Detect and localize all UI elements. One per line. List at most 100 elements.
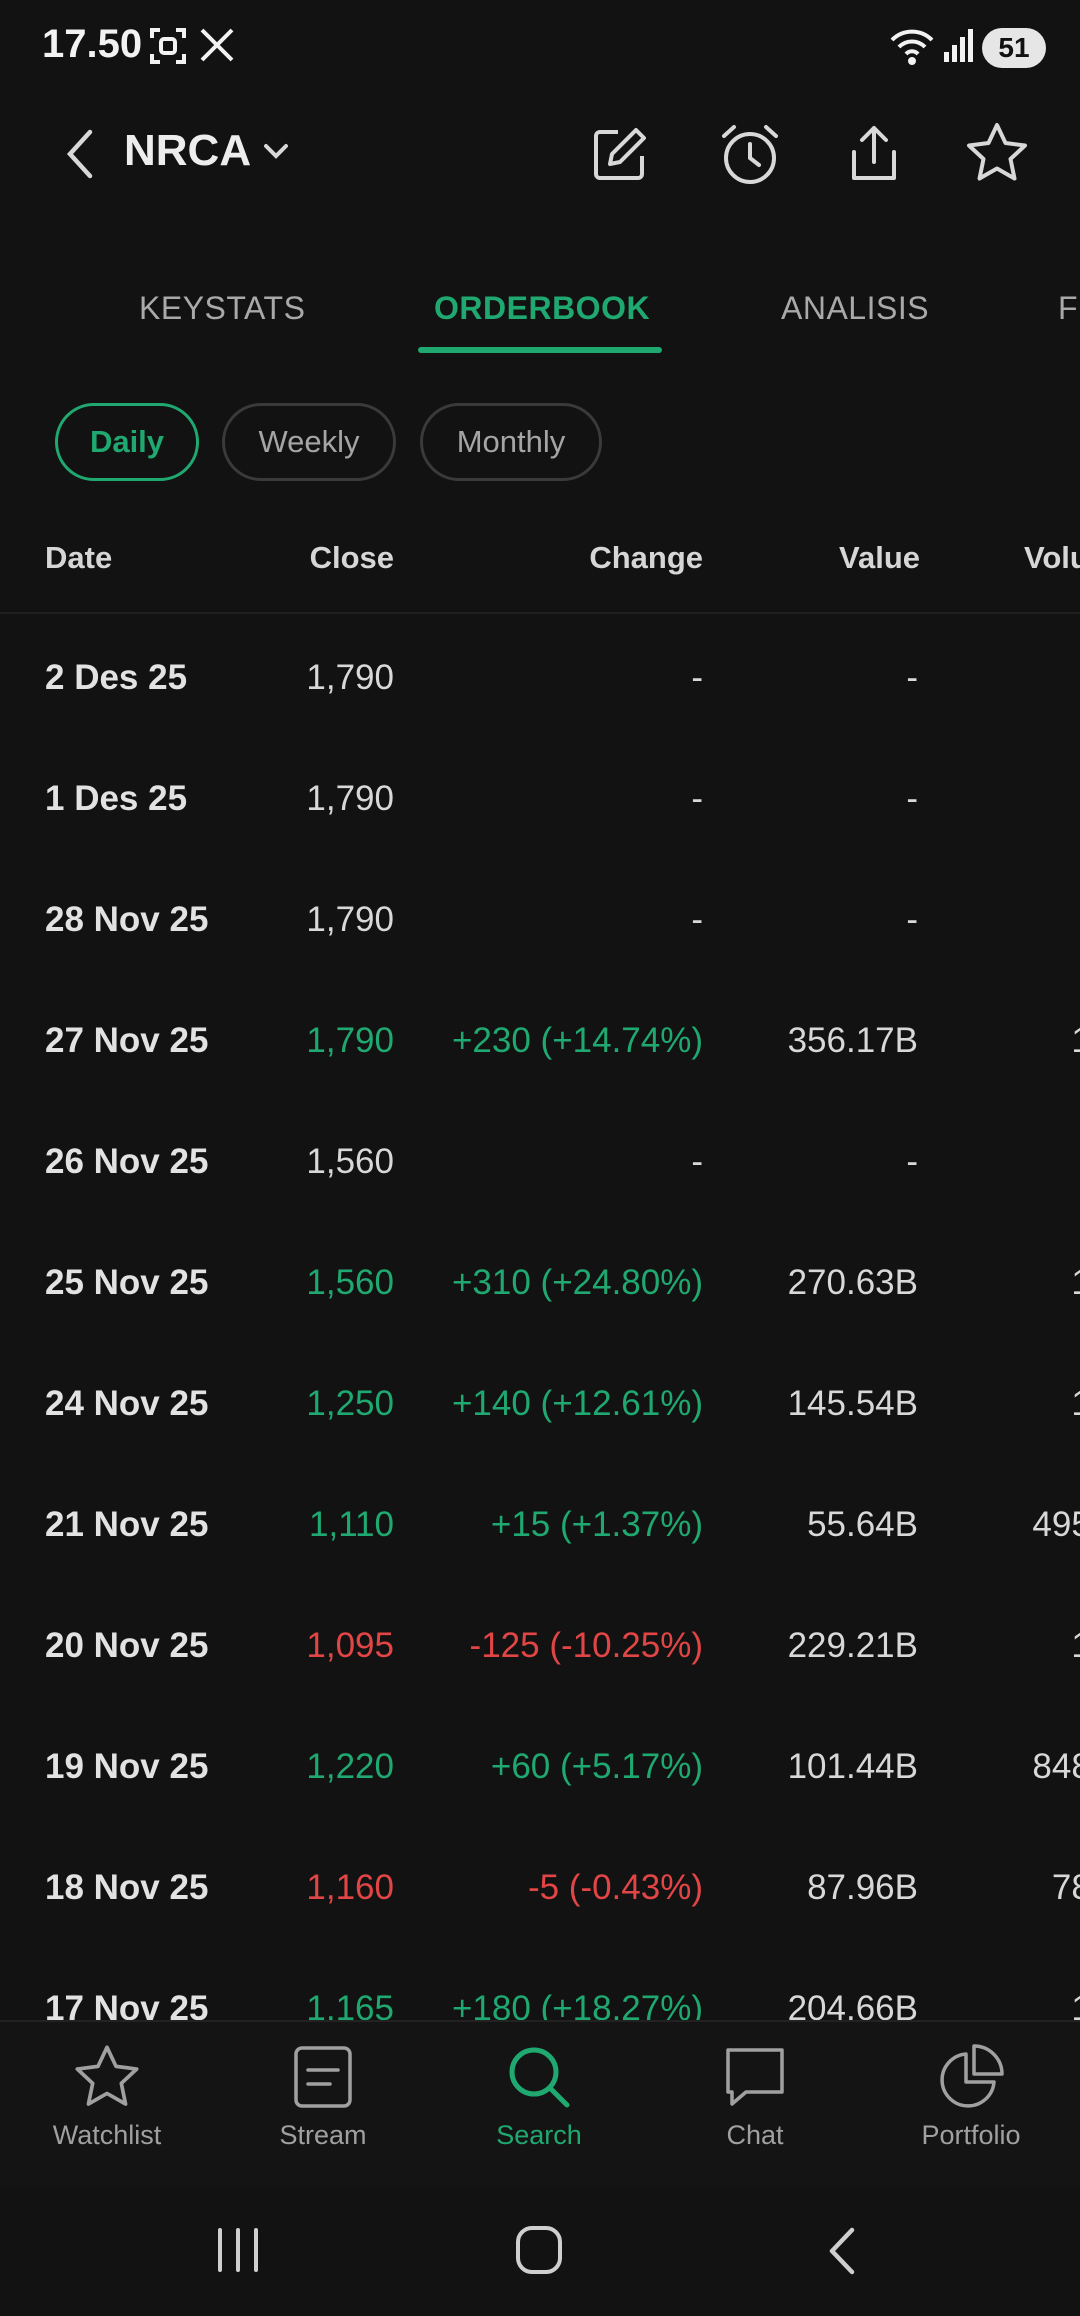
system-back-icon[interactable] <box>822 2225 862 2282</box>
x-logo-icon <box>198 26 236 69</box>
tab-analisis[interactable]: ANALISIS <box>781 290 929 327</box>
back-icon[interactable] <box>60 126 100 187</box>
row-change: - <box>691 778 703 818</box>
column-header-close[interactable]: Close <box>310 540 394 576</box>
row-date: 28 Nov 25 <box>45 899 209 939</box>
row-value: 229.21B <box>787 1625 918 1665</box>
row-value: 270.63B <box>787 1262 918 1302</box>
row-value: 204.66B <box>787 1988 918 2021</box>
table-header-divider <box>0 612 1080 614</box>
row-value: 55.64B <box>807 1504 918 1544</box>
nav-portfolio[interactable]: Portfolio <box>881 2042 1061 2172</box>
signal-icon <box>942 26 974 69</box>
row-close: 1,560 <box>306 1141 394 1181</box>
row-change: +60 (+5.17%) <box>490 1746 703 1786</box>
wifi-icon <box>888 26 936 71</box>
table-row[interactable]: 25 Nov 25 1,560 +310 (+24.80%) 270.63B 1… <box>0 1222 1080 1343</box>
row-close: 1,790 <box>306 899 394 939</box>
table-row[interactable]: 20 Nov 25 1,095 -125 (-10.25%) 229.21B 1… <box>0 1585 1080 1706</box>
nav-chat[interactable]: Chat <box>665 2042 845 2172</box>
row-close: 1,220 <box>306 1746 394 1786</box>
row-value: - <box>906 899 918 939</box>
column-header-volume[interactable]: Volu <box>1024 540 1080 576</box>
row-change: - <box>691 657 703 697</box>
table-row[interactable]: 19 Nov 25 1,220 +60 (+5.17%) 101.44B 848… <box>0 1706 1080 1827</box>
row-date: 18 Nov 25 <box>45 1867 209 1907</box>
period-monthly-button[interactable]: Monthly <box>420 403 602 481</box>
ticker-symbol[interactable]: NRCA <box>124 126 251 176</box>
nav-watchlist-label: Watchlist <box>52 2120 162 2150</box>
status-time: 17.50 <box>42 22 143 66</box>
table-row[interactable]: 27 Nov 25 1,790 +230 (+14.74%) 356.17B 1… <box>0 980 1080 1101</box>
row-value: - <box>906 778 918 818</box>
chat-icon <box>726 2048 784 2106</box>
nav-stream-label: Stream <box>279 2120 367 2150</box>
row-change: +180 (+18.27%) <box>451 1988 703 2021</box>
period-daily-button[interactable]: Daily <box>55 403 199 481</box>
row-close: 1,165 <box>306 1988 394 2021</box>
screenshot-icon <box>148 26 188 71</box>
home-icon[interactable] <box>514 2223 564 2282</box>
tab-orderbook[interactable]: ORDERBOOK <box>434 290 650 327</box>
column-header-date[interactable]: Date <box>45 540 112 576</box>
tab-partial[interactable]: F <box>1058 290 1078 327</box>
row-change: - <box>691 899 703 939</box>
row-close: 1,160 <box>306 1867 394 1907</box>
bottom-nav: Watchlist Stream Search Chat Portfolio <box>0 2020 1080 2185</box>
row-volume: 781. <box>1051 1867 1080 1907</box>
row-value: 87.96B <box>807 1867 918 1907</box>
row-close: 1,560 <box>306 1262 394 1302</box>
edit-icon[interactable] <box>590 124 650 189</box>
table-body: 2 Des 25 1,790 - - 1 Des 25 1,790 - - 28… <box>0 617 1080 2021</box>
row-date: 27 Nov 25 <box>45 1020 209 1060</box>
table-row[interactable]: 28 Nov 25 1,790 - - <box>0 859 1080 980</box>
system-navigation-bar <box>0 2185 1080 2316</box>
row-date: 25 Nov 25 <box>45 1262 209 1302</box>
active-tab-indicator <box>418 347 662 353</box>
row-volume: 1.8 <box>1071 1948 1080 2021</box>
recent-apps-icon[interactable] <box>214 2225 262 2280</box>
nav-portfolio-label: Portfolio <box>921 2120 1021 2150</box>
row-close: 1,790 <box>306 1020 394 1060</box>
row-volume: 1.1 <box>1071 1343 1080 1464</box>
row-date: 26 Nov 25 <box>45 1141 209 1181</box>
nav-watchlist[interactable]: Watchlist <box>17 2042 197 2172</box>
stream-icon <box>294 2046 352 2108</box>
alarm-icon[interactable] <box>718 122 782 191</box>
row-value: 101.44B <box>787 1746 918 1786</box>
row-change: - <box>691 1141 703 1181</box>
table-row[interactable]: 26 Nov 25 1,560 - - <box>0 1101 1080 1222</box>
table-row[interactable]: 24 Nov 25 1,250 +140 (+12.61%) 145.54B 1… <box>0 1343 1080 1464</box>
row-close: 1,790 <box>306 778 394 818</box>
star-icon[interactable] <box>964 120 1030 191</box>
nav-stream[interactable]: Stream <box>233 2042 413 2172</box>
nav-search[interactable]: Search <box>449 2042 629 2172</box>
share-icon[interactable] <box>846 122 902 191</box>
table-row[interactable]: 2 Des 25 1,790 - - <box>0 617 1080 738</box>
search-icon <box>509 2047 570 2108</box>
period-weekly-button[interactable]: Weekly <box>222 403 396 481</box>
chevron-down-icon[interactable] <box>262 142 290 167</box>
row-volume: 1.8 <box>1071 1222 1080 1343</box>
row-change: +310 (+24.80%) <box>451 1262 703 1302</box>
row-volume: 1.9 <box>1071 1585 1080 1706</box>
column-header-change[interactable]: Change <box>589 540 703 576</box>
table-row[interactable]: 17 Nov 25 1,165 +180 (+18.27%) 204.66B 1… <box>0 1948 1080 2021</box>
table-row[interactable]: 1 Des 25 1,790 - - <box>0 738 1080 859</box>
row-date: 24 Nov 25 <box>45 1383 209 1423</box>
column-header-value[interactable]: Value <box>839 540 920 576</box>
row-date: 20 Nov 25 <box>45 1625 209 1665</box>
row-volume: 848.1 <box>1032 1746 1080 1786</box>
row-close: 1,250 <box>306 1383 394 1423</box>
row-close: 1,095 <box>306 1625 394 1665</box>
tab-keystats[interactable]: KEYSTATS <box>139 290 305 327</box>
row-volume: 495.4 <box>1032 1504 1080 1544</box>
row-close: 1,110 <box>309 1504 394 1544</box>
row-volume: 1.9 <box>1071 980 1080 1101</box>
battery-indicator: 51 <box>982 28 1046 68</box>
table-row[interactable]: 18 Nov 25 1,160 -5 (-0.43%) 87.96B 781. <box>0 1827 1080 1948</box>
row-value: - <box>906 657 918 697</box>
row-change: +140 (+12.61%) <box>451 1383 703 1423</box>
table-row[interactable]: 21 Nov 25 1,110 +15 (+1.37%) 55.64B 495.… <box>0 1464 1080 1585</box>
row-change: +15 (+1.37%) <box>490 1504 703 1544</box>
